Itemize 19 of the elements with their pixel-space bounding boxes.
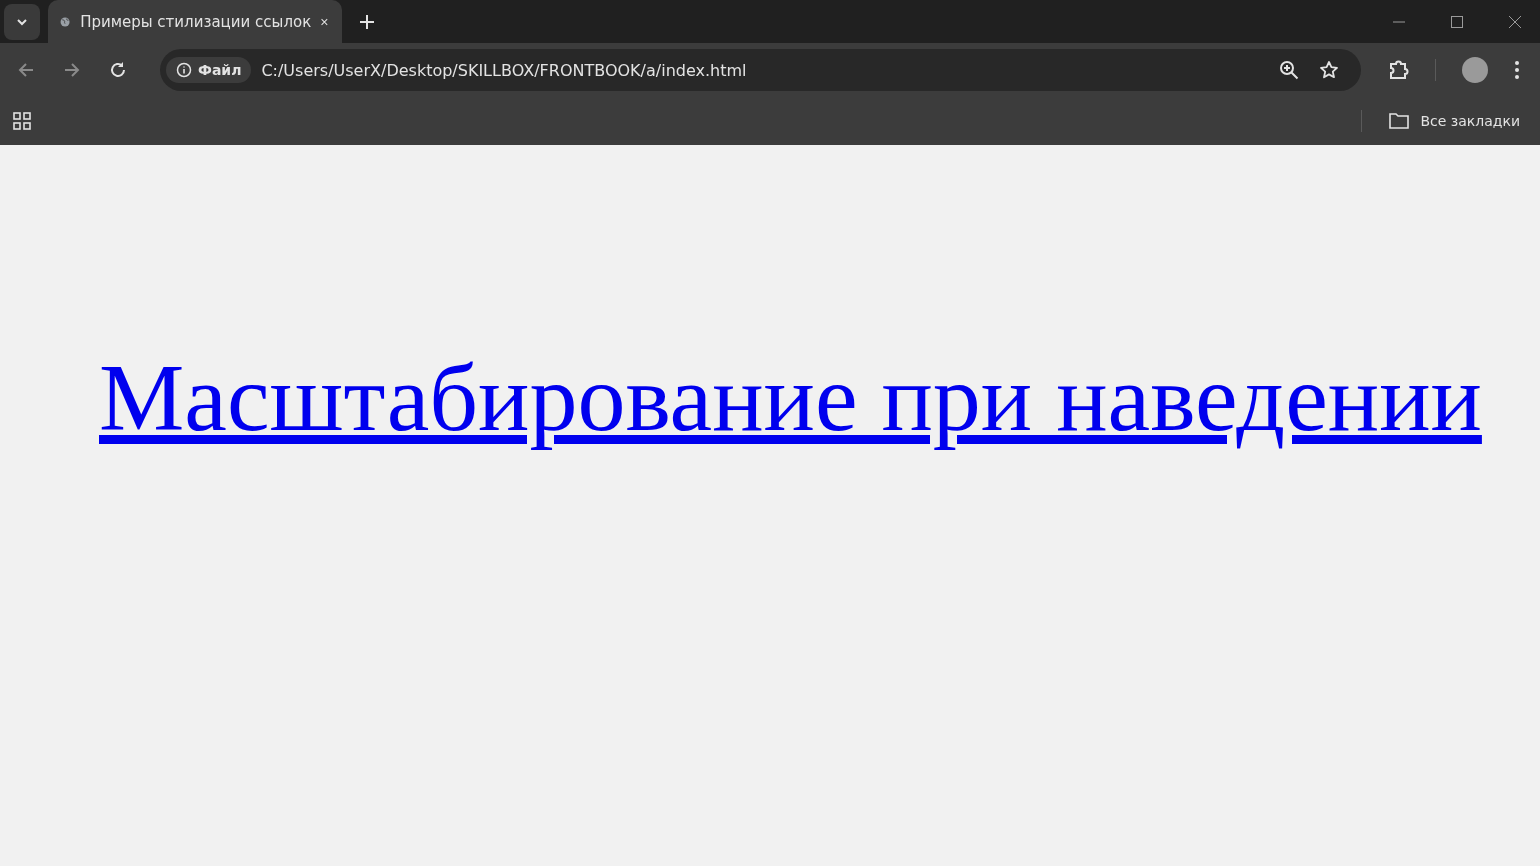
- maximize-icon[interactable]: [1450, 14, 1464, 29]
- profile-avatar[interactable]: [1462, 57, 1488, 83]
- chip-label: Файл: [198, 62, 242, 78]
- apps-grid-icon[interactable]: [12, 111, 32, 131]
- tab-title: Примеры стилизации ссылок: [80, 12, 312, 31]
- menu-icon[interactable]: [1514, 60, 1520, 80]
- info-icon: [176, 62, 192, 78]
- puzzle-icon[interactable]: [1387, 59, 1409, 81]
- site-info-chip[interactable]: Файл: [166, 57, 252, 83]
- folder-icon: [1388, 112, 1411, 130]
- new-tab-icon[interactable]: [360, 14, 374, 29]
- close-window-icon[interactable]: [1508, 14, 1522, 29]
- star-icon[interactable]: [1319, 60, 1339, 80]
- zoom-icon[interactable]: [1279, 60, 1299, 80]
- browser-tab[interactable]: Примеры стилизации ссылок: [48, 0, 342, 43]
- reload-icon[interactable]: [108, 60, 128, 80]
- address-bar[interactable]: Файл C:/Users/UserX/Desktop/SKILLBOX/FRONTBOOK/a/index.html: [160, 49, 1361, 91]
- all-bookmarks-button[interactable]: Все закладки: [1382, 111, 1526, 131]
- url-text: C:/Users/UserX/Desktop/SKILLBOX/FRONTBOOK/a/index.html: [261, 60, 747, 80]
